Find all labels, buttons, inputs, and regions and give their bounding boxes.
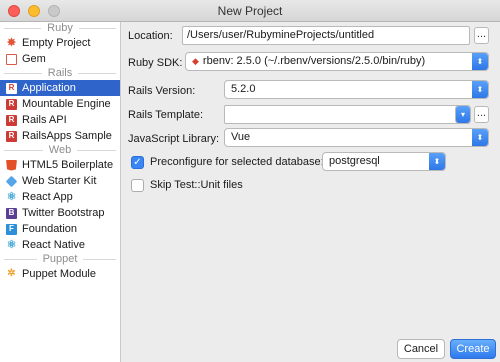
database-value: postgresql	[329, 155, 380, 167]
browse-template-button[interactable]: ...	[474, 106, 489, 123]
chevron-updown-icon: ⬍	[472, 53, 488, 70]
rails-template-dropdown[interactable]: ▾	[455, 105, 471, 124]
html5-icon	[6, 159, 17, 171]
window-title: New Project	[217, 4, 283, 18]
sidebar-item-label: Empty Project	[22, 37, 91, 49]
sidebar-item-gem[interactable]: Gem	[0, 51, 120, 67]
group-header-rails: Rails	[0, 67, 120, 80]
ruby-sdk-label: Ruby SDK:	[128, 57, 183, 69]
sidebar-item-empty-project[interactable]: ✸ Empty Project	[0, 35, 120, 51]
sidebar-item-label: Rails API	[22, 114, 67, 126]
sidebar-item-label: Foundation	[22, 223, 78, 235]
group-header-ruby: Ruby	[0, 22, 120, 35]
chevron-down-icon: ▾	[456, 106, 470, 123]
location-label: Location:	[128, 30, 173, 42]
rails-template-field[interactable]	[224, 105, 470, 124]
cancel-button[interactable]: Cancel	[397, 339, 445, 359]
group-header-web: Web	[0, 144, 120, 157]
react-icon: ⚛	[6, 191, 17, 203]
javascript-library-label: JavaScript Library:	[128, 133, 220, 145]
react-icon: ⚛	[6, 239, 17, 251]
sidebar-item-rails-api[interactable]: R Rails API	[0, 112, 120, 128]
bootstrap-icon: B	[6, 207, 17, 219]
skip-test-unit-label: Skip Test::Unit files	[150, 179, 243, 191]
skip-test-unit-checkbox[interactable]	[131, 179, 144, 192]
sidebar-item-react-app[interactable]: ⚛ React App	[0, 189, 120, 205]
sidebar-item-label: Twitter Bootstrap	[22, 207, 105, 219]
sidebar-item-html5-boilerplate[interactable]: HTML5 Boilerplate	[0, 157, 120, 173]
rails-icon: R	[6, 98, 17, 110]
sidebar-item-label: Gem	[22, 53, 46, 65]
sidebar-item-label: RailsApps Sample	[22, 130, 112, 142]
web-starter-kit-icon	[5, 175, 18, 187]
project-type-list: Ruby ✸ Empty Project Gem Rails R Applica…	[0, 22, 121, 362]
chevron-updown-icon: ⬍	[429, 153, 445, 170]
puppet-icon: ✲	[7, 268, 16, 279]
rails-version-select[interactable]: 5.2.0 ⬍	[224, 80, 489, 99]
sidebar-item-react-native[interactable]: ⚛ React Native	[0, 237, 120, 253]
location-field[interactable]: /Users/user/RubymineProjects/untitled	[182, 26, 470, 45]
chevron-updown-icon: ⬍	[472, 129, 488, 146]
ruby-sdk-value: rbenv: 2.5.0 (~/.rbenv/versions/2.5.0/bi…	[202, 55, 426, 67]
gem-icon	[6, 53, 17, 65]
preconfigure-database-checkbox[interactable]: ✓	[131, 156, 144, 169]
create-button[interactable]: Create	[450, 339, 496, 359]
sidebar-item-label: React Native	[22, 239, 85, 251]
rails-version-label: Rails Version:	[128, 85, 196, 97]
sidebar-item-puppet-module[interactable]: ✲ Puppet Module	[0, 266, 120, 282]
rails-template-label: Rails Template:	[128, 109, 203, 121]
sidebar-item-twitter-bootstrap[interactable]: B Twitter Bootstrap	[0, 205, 120, 221]
sidebar-item-label: HTML5 Boilerplate	[22, 159, 114, 171]
foundation-icon: F	[6, 223, 17, 235]
sidebar-item-label: Puppet Module	[22, 268, 96, 280]
preconfigure-database-label: Preconfigure for selected database:	[150, 156, 324, 168]
group-header-puppet: Puppet	[0, 253, 120, 266]
rails-version-value: 5.2.0	[231, 83, 256, 95]
database-select[interactable]: postgresql ⬍	[322, 152, 446, 171]
ruby-sdk-icon: ◆	[192, 56, 199, 66]
rails-icon: R	[6, 114, 17, 126]
sidebar-item-label: Web Starter Kit	[22, 175, 97, 187]
sidebar-item-web-starter-kit[interactable]: Web Starter Kit	[0, 173, 120, 189]
javascript-library-select[interactable]: Vue ⬍	[224, 128, 489, 147]
sidebar-item-mountable-engine[interactable]: R Mountable Engine	[0, 96, 120, 112]
sidebar-item-label: Mountable Engine	[22, 98, 111, 110]
sidebar-item-application[interactable]: R Application	[0, 80, 120, 96]
sidebar-item-foundation[interactable]: F Foundation	[0, 221, 120, 237]
sidebar-item-label: Application	[22, 82, 76, 94]
sidebar-item-railsapps-sample[interactable]: R RailsApps Sample	[0, 128, 120, 144]
chevron-updown-icon: ⬍	[472, 81, 488, 98]
rails-icon: R	[6, 82, 17, 94]
javascript-library-value: Vue	[231, 131, 251, 143]
title-bar: New Project	[0, 0, 500, 22]
rails-icon: R	[6, 130, 17, 142]
ruby-sdk-select[interactable]: ◆ rbenv: 2.5.0 (~/.rbenv/versions/2.5.0/b…	[185, 52, 489, 71]
ruby-icon: ✸	[6, 37, 17, 49]
browse-location-button[interactable]: ...	[474, 27, 489, 44]
sidebar-item-label: React App	[22, 191, 73, 203]
